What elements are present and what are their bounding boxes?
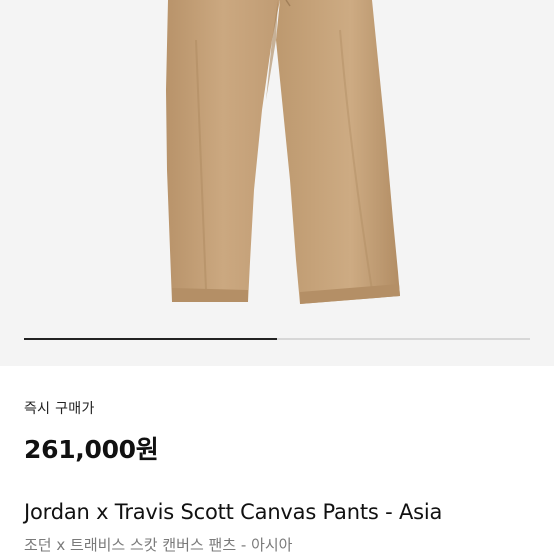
product-title: Jordan x Travis Scott Canvas Pants - Asi…	[24, 500, 443, 524]
product-image	[166, 0, 400, 304]
image-carousel-indicator[interactable]	[24, 338, 530, 340]
image-carousel-indicator-active	[24, 338, 277, 340]
product-subtitle: 조던 x 트래비스 스캇 캔버스 팬츠 - 아시아	[24, 536, 293, 554]
buy-now-price-label: 즉시 구매가	[24, 401, 95, 417]
product-image-gallery[interactable]	[0, 0, 554, 366]
price-value: 261,000원	[24, 435, 159, 464]
